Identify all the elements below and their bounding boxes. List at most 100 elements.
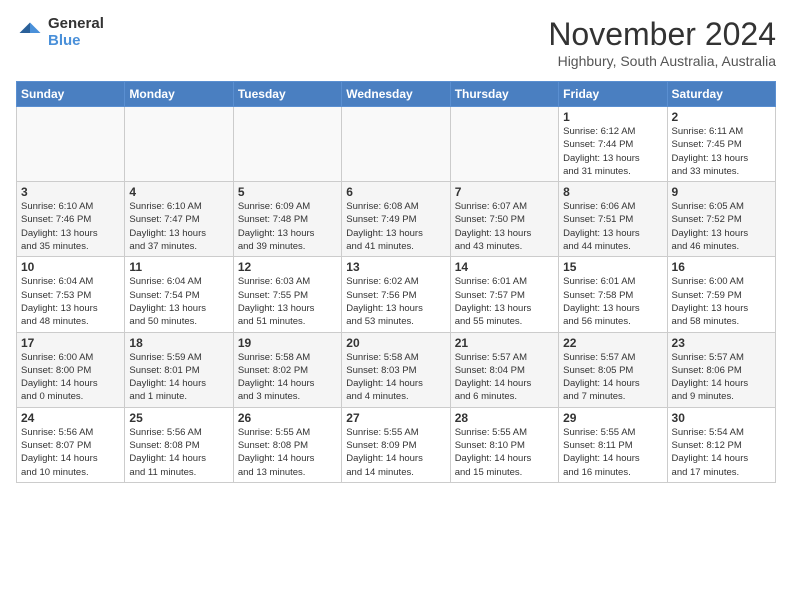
calendar-cell: 11Sunrise: 6:04 AM Sunset: 7:54 PM Dayli… xyxy=(125,257,233,332)
weekday-header: Thursday xyxy=(450,82,558,107)
calendar-cell: 7Sunrise: 6:07 AM Sunset: 7:50 PM Daylig… xyxy=(450,182,558,257)
calendar-cell: 9Sunrise: 6:05 AM Sunset: 7:52 PM Daylig… xyxy=(667,182,775,257)
day-info: Sunrise: 5:55 AM Sunset: 8:09 PM Dayligh… xyxy=(346,426,445,479)
calendar-cell xyxy=(17,107,125,182)
calendar-cell: 2Sunrise: 6:11 AM Sunset: 7:45 PM Daylig… xyxy=(667,107,775,182)
calendar-week-row: 10Sunrise: 6:04 AM Sunset: 7:53 PM Dayli… xyxy=(17,257,776,332)
day-info: Sunrise: 6:00 AM Sunset: 8:00 PM Dayligh… xyxy=(21,351,120,404)
logo-icon xyxy=(16,19,44,47)
day-info: Sunrise: 5:55 AM Sunset: 8:11 PM Dayligh… xyxy=(563,426,662,479)
calendar-cell xyxy=(233,107,341,182)
day-info: Sunrise: 6:08 AM Sunset: 7:49 PM Dayligh… xyxy=(346,200,445,253)
calendar-cell: 4Sunrise: 6:10 AM Sunset: 7:47 PM Daylig… xyxy=(125,182,233,257)
month-title: November 2024 xyxy=(548,16,776,53)
day-number: 28 xyxy=(455,411,554,425)
calendar-cell: 27Sunrise: 5:55 AM Sunset: 8:09 PM Dayli… xyxy=(342,407,450,482)
day-number: 23 xyxy=(672,336,771,350)
day-info: Sunrise: 5:55 AM Sunset: 8:10 PM Dayligh… xyxy=(455,426,554,479)
day-info: Sunrise: 6:11 AM Sunset: 7:45 PM Dayligh… xyxy=(672,125,771,178)
calendar-week-row: 17Sunrise: 6:00 AM Sunset: 8:00 PM Dayli… xyxy=(17,332,776,407)
day-number: 19 xyxy=(238,336,337,350)
day-info: Sunrise: 5:56 AM Sunset: 8:07 PM Dayligh… xyxy=(21,426,120,479)
day-number: 1 xyxy=(563,110,662,124)
day-number: 15 xyxy=(563,260,662,274)
day-number: 30 xyxy=(672,411,771,425)
day-info: Sunrise: 5:58 AM Sunset: 8:02 PM Dayligh… xyxy=(238,351,337,404)
calendar-cell: 14Sunrise: 6:01 AM Sunset: 7:57 PM Dayli… xyxy=(450,257,558,332)
calendar-cell: 28Sunrise: 5:55 AM Sunset: 8:10 PM Dayli… xyxy=(450,407,558,482)
calendar-table: SundayMondayTuesdayWednesdayThursdayFrid… xyxy=(16,81,776,483)
day-number: 6 xyxy=(346,185,445,199)
day-info: Sunrise: 6:01 AM Sunset: 7:58 PM Dayligh… xyxy=(563,275,662,328)
day-info: Sunrise: 6:06 AM Sunset: 7:51 PM Dayligh… xyxy=(563,200,662,253)
day-info: Sunrise: 6:00 AM Sunset: 7:59 PM Dayligh… xyxy=(672,275,771,328)
day-number: 3 xyxy=(21,185,120,199)
logo: General Blue xyxy=(16,16,104,49)
calendar-cell xyxy=(342,107,450,182)
calendar-cell: 18Sunrise: 5:59 AM Sunset: 8:01 PM Dayli… xyxy=(125,332,233,407)
day-info: Sunrise: 6:02 AM Sunset: 7:56 PM Dayligh… xyxy=(346,275,445,328)
weekday-header: Tuesday xyxy=(233,82,341,107)
calendar-cell: 24Sunrise: 5:56 AM Sunset: 8:07 PM Dayli… xyxy=(17,407,125,482)
calendar-cell xyxy=(450,107,558,182)
day-info: Sunrise: 5:57 AM Sunset: 8:04 PM Dayligh… xyxy=(455,351,554,404)
calendar-week-row: 1Sunrise: 6:12 AM Sunset: 7:44 PM Daylig… xyxy=(17,107,776,182)
day-number: 27 xyxy=(346,411,445,425)
day-info: Sunrise: 6:09 AM Sunset: 7:48 PM Dayligh… xyxy=(238,200,337,253)
weekday-header: Monday xyxy=(125,82,233,107)
day-number: 10 xyxy=(21,260,120,274)
day-number: 5 xyxy=(238,185,337,199)
day-number: 20 xyxy=(346,336,445,350)
page-header: General Blue November 2024 Highbury, Sou… xyxy=(16,16,776,69)
day-number: 4 xyxy=(129,185,228,199)
day-info: Sunrise: 6:12 AM Sunset: 7:44 PM Dayligh… xyxy=(563,125,662,178)
calendar-cell: 25Sunrise: 5:56 AM Sunset: 8:08 PM Dayli… xyxy=(125,407,233,482)
day-info: Sunrise: 5:54 AM Sunset: 8:12 PM Dayligh… xyxy=(672,426,771,479)
day-info: Sunrise: 6:10 AM Sunset: 7:46 PM Dayligh… xyxy=(21,200,120,253)
calendar-cell: 19Sunrise: 5:58 AM Sunset: 8:02 PM Dayli… xyxy=(233,332,341,407)
calendar-cell: 3Sunrise: 6:10 AM Sunset: 7:46 PM Daylig… xyxy=(17,182,125,257)
day-info: Sunrise: 6:04 AM Sunset: 7:53 PM Dayligh… xyxy=(21,275,120,328)
calendar-cell: 13Sunrise: 6:02 AM Sunset: 7:56 PM Dayli… xyxy=(342,257,450,332)
calendar-cell: 29Sunrise: 5:55 AM Sunset: 8:11 PM Dayli… xyxy=(559,407,667,482)
day-info: Sunrise: 6:07 AM Sunset: 7:50 PM Dayligh… xyxy=(455,200,554,253)
day-info: Sunrise: 5:56 AM Sunset: 8:08 PM Dayligh… xyxy=(129,426,228,479)
day-info: Sunrise: 5:58 AM Sunset: 8:03 PM Dayligh… xyxy=(346,351,445,404)
calendar-cell: 17Sunrise: 6:00 AM Sunset: 8:00 PM Dayli… xyxy=(17,332,125,407)
day-number: 12 xyxy=(238,260,337,274)
calendar-cell: 23Sunrise: 5:57 AM Sunset: 8:06 PM Dayli… xyxy=(667,332,775,407)
calendar-cell: 1Sunrise: 6:12 AM Sunset: 7:44 PM Daylig… xyxy=(559,107,667,182)
calendar-cell: 30Sunrise: 5:54 AM Sunset: 8:12 PM Dayli… xyxy=(667,407,775,482)
calendar-cell: 20Sunrise: 5:58 AM Sunset: 8:03 PM Dayli… xyxy=(342,332,450,407)
day-info: Sunrise: 6:04 AM Sunset: 7:54 PM Dayligh… xyxy=(129,275,228,328)
day-number: 29 xyxy=(563,411,662,425)
calendar-cell: 21Sunrise: 5:57 AM Sunset: 8:04 PM Dayli… xyxy=(450,332,558,407)
day-info: Sunrise: 6:10 AM Sunset: 7:47 PM Dayligh… xyxy=(129,200,228,253)
logo-blue: Blue xyxy=(48,33,104,50)
calendar-cell: 8Sunrise: 6:06 AM Sunset: 7:51 PM Daylig… xyxy=(559,182,667,257)
title-block: November 2024 Highbury, South Australia,… xyxy=(548,16,776,69)
calendar-cell: 5Sunrise: 6:09 AM Sunset: 7:48 PM Daylig… xyxy=(233,182,341,257)
weekday-header: Wednesday xyxy=(342,82,450,107)
day-number: 17 xyxy=(21,336,120,350)
weekday-header: Friday xyxy=(559,82,667,107)
location: Highbury, South Australia, Australia xyxy=(548,53,776,69)
calendar-week-row: 24Sunrise: 5:56 AM Sunset: 8:07 PM Dayli… xyxy=(17,407,776,482)
day-number: 9 xyxy=(672,185,771,199)
day-info: Sunrise: 6:05 AM Sunset: 7:52 PM Dayligh… xyxy=(672,200,771,253)
day-number: 21 xyxy=(455,336,554,350)
day-info: Sunrise: 5:57 AM Sunset: 8:05 PM Dayligh… xyxy=(563,351,662,404)
logo-text: General Blue xyxy=(48,16,104,49)
weekday-header: Saturday xyxy=(667,82,775,107)
calendar-cell: 6Sunrise: 6:08 AM Sunset: 7:49 PM Daylig… xyxy=(342,182,450,257)
day-number: 16 xyxy=(672,260,771,274)
weekday-header: Sunday xyxy=(17,82,125,107)
day-number: 8 xyxy=(563,185,662,199)
calendar-cell: 12Sunrise: 6:03 AM Sunset: 7:55 PM Dayli… xyxy=(233,257,341,332)
day-number: 18 xyxy=(129,336,228,350)
logo-general: General xyxy=(48,16,104,33)
day-number: 24 xyxy=(21,411,120,425)
day-info: Sunrise: 5:57 AM Sunset: 8:06 PM Dayligh… xyxy=(672,351,771,404)
calendar-cell: 16Sunrise: 6:00 AM Sunset: 7:59 PM Dayli… xyxy=(667,257,775,332)
day-number: 26 xyxy=(238,411,337,425)
